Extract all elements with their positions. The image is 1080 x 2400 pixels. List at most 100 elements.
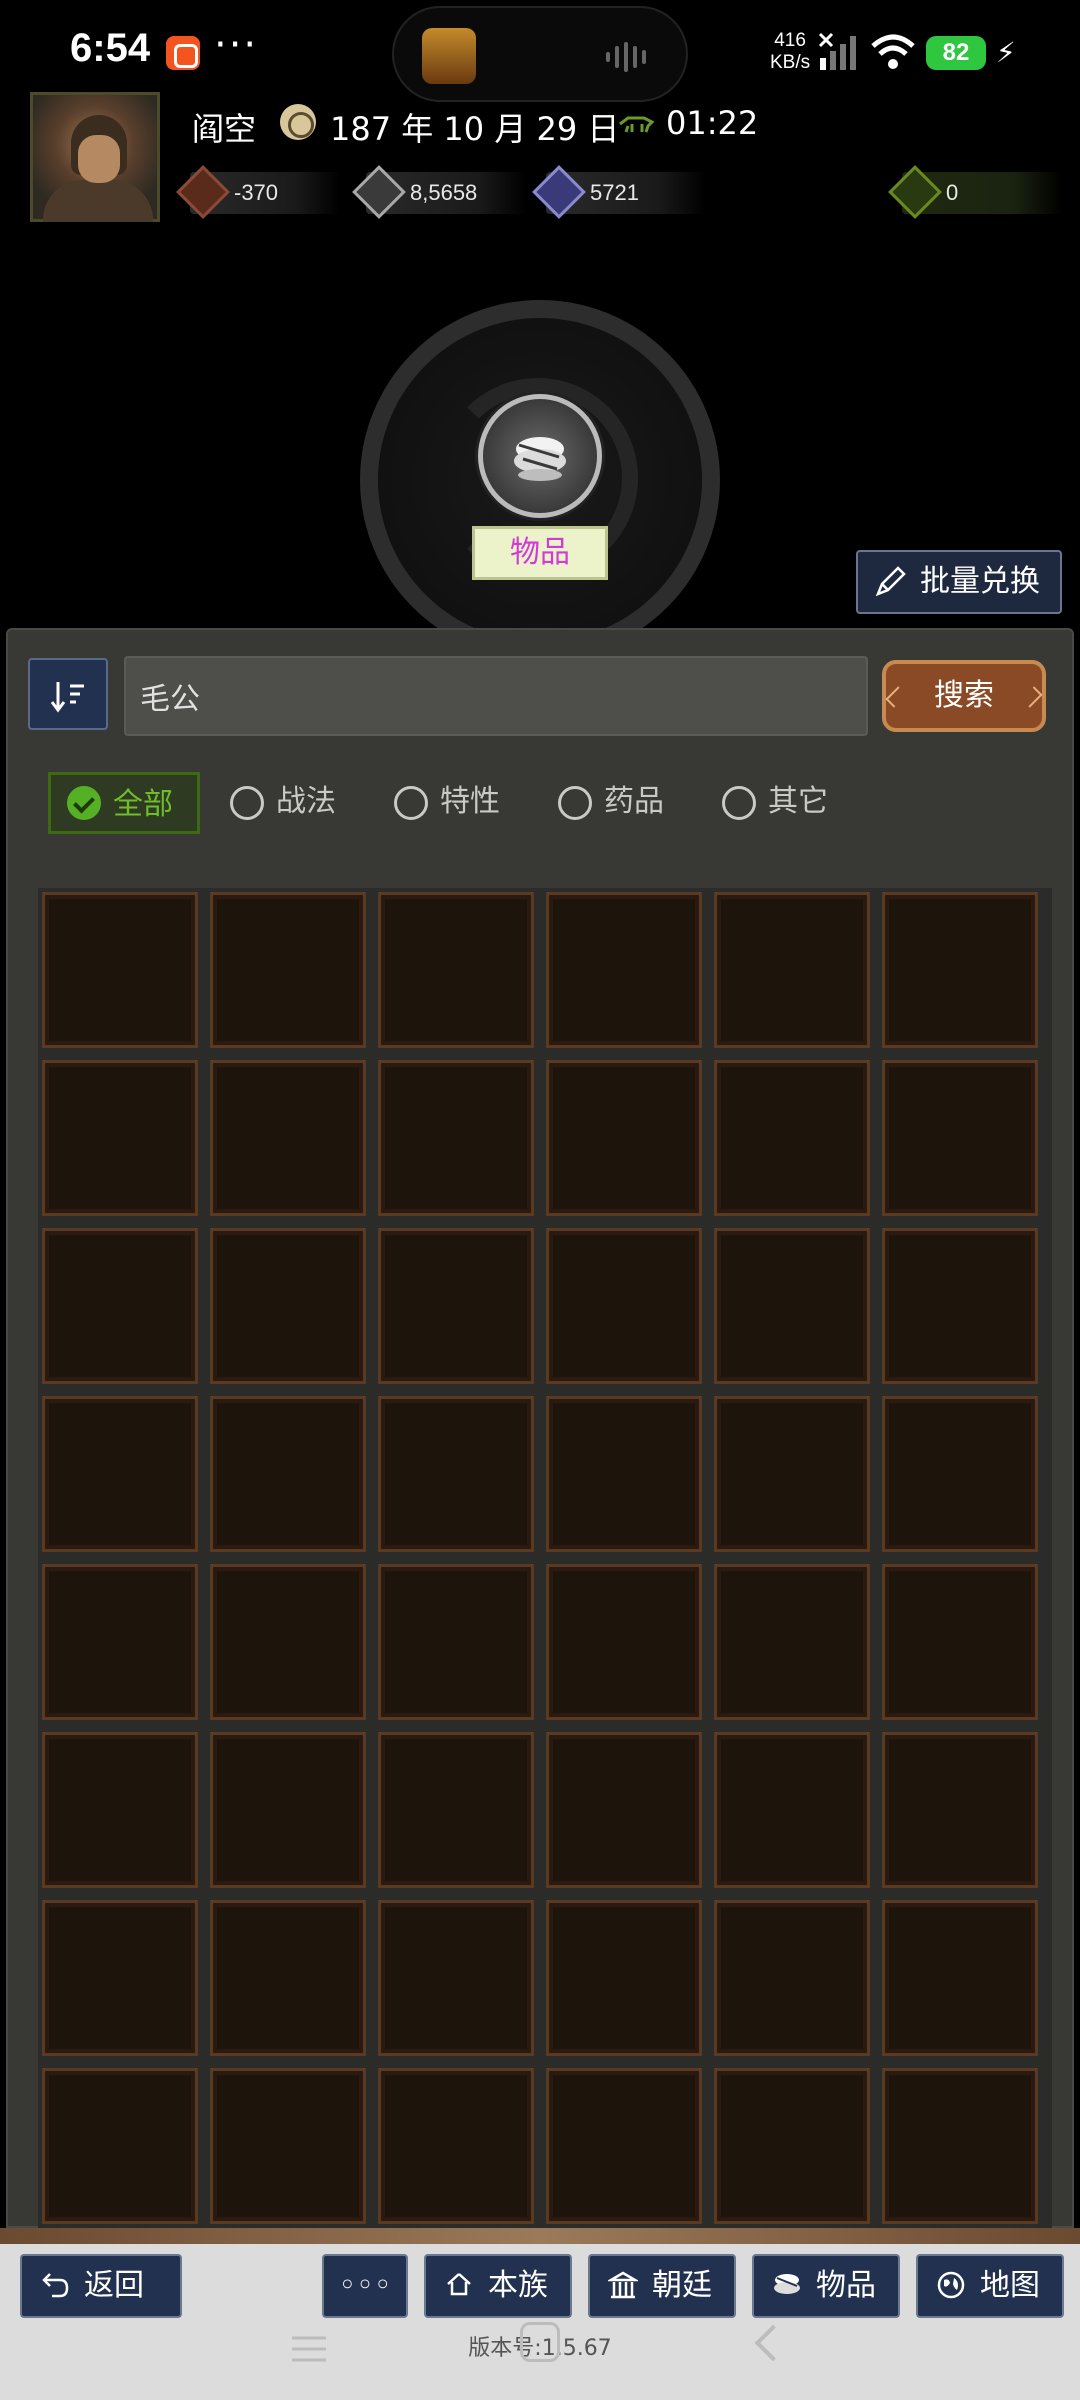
item-slot[interactable] xyxy=(378,1228,534,1384)
item-slot[interactable] xyxy=(882,1900,1038,2056)
item-slot[interactable] xyxy=(378,1060,534,1216)
network-speed-unit: KB/s xyxy=(770,52,811,73)
item-slot[interactable] xyxy=(546,1564,702,1720)
items-icon xyxy=(514,437,566,481)
player-name: 阎空 xyxy=(192,110,257,148)
money-icon xyxy=(176,165,230,219)
troops-icon xyxy=(532,165,586,219)
map-button[interactable]: 地图 xyxy=(916,2254,1064,2318)
item-slot[interactable] xyxy=(714,1396,870,1552)
item-slot[interactable] xyxy=(42,1900,198,2056)
filter-all[interactable]: 全部 xyxy=(48,772,200,834)
player-avatar[interactable] xyxy=(30,92,160,222)
item-slot[interactable] xyxy=(210,1732,366,1888)
item-slot[interactable] xyxy=(546,1732,702,1888)
back-label: 返回 xyxy=(84,2268,144,2303)
item-slot[interactable] xyxy=(42,892,198,1048)
item-slot[interactable] xyxy=(210,1564,366,1720)
gold-icon xyxy=(888,165,942,219)
item-slot[interactable] xyxy=(546,1228,702,1384)
calendar-icon xyxy=(280,104,316,140)
item-slot[interactable] xyxy=(546,1900,702,2056)
item-slot[interactable] xyxy=(714,1060,870,1216)
horse-icon xyxy=(619,116,654,133)
item-slot[interactable] xyxy=(42,2068,198,2224)
palace-icon xyxy=(608,2271,638,2299)
sort-icon xyxy=(50,682,84,713)
item-slot[interactable] xyxy=(714,2068,870,2224)
item-slot[interactable] xyxy=(546,1396,702,1552)
item-slot[interactable] xyxy=(378,1732,534,1888)
back-button[interactable]: 返回 xyxy=(20,2254,182,2318)
item-slot[interactable] xyxy=(210,1228,366,1384)
item-slot[interactable] xyxy=(546,892,702,1048)
search-input[interactable] xyxy=(124,656,868,736)
item-slot[interactable] xyxy=(714,1732,870,1888)
sort-button[interactable] xyxy=(28,658,108,730)
game-app-icon xyxy=(422,28,476,84)
item-slot[interactable] xyxy=(882,1732,1038,1888)
item-slot[interactable] xyxy=(42,1396,198,1552)
more-button[interactable]: ◦◦◦ xyxy=(322,2254,408,2318)
item-slot[interactable] xyxy=(882,1564,1038,1720)
filter-label: 全部 xyxy=(113,787,173,822)
item-slot[interactable] xyxy=(882,2068,1038,2224)
clan-icon xyxy=(447,2273,471,2296)
money-resource[interactable]: -370 xyxy=(176,165,340,219)
network-speed-value: 416 xyxy=(774,30,806,51)
charging-icon: ⚡ xyxy=(996,36,1016,69)
item-slot[interactable] xyxy=(42,1060,198,1216)
item-slot[interactable] xyxy=(714,1900,870,2056)
item-slot[interactable] xyxy=(714,892,870,1048)
filter-label: 药品 xyxy=(604,784,664,819)
item-slot[interactable] xyxy=(546,1060,702,1216)
item-slot[interactable] xyxy=(882,892,1038,1048)
troops-value: 5721 xyxy=(590,180,639,205)
item-slot[interactable] xyxy=(378,1564,534,1720)
filter-label: 特性 xyxy=(440,784,500,819)
item-slot[interactable] xyxy=(882,1228,1038,1384)
item-slot[interactable] xyxy=(210,1396,366,1552)
items-category-button[interactable] xyxy=(478,394,602,518)
map-globe-icon xyxy=(937,2271,965,2299)
footer-divider xyxy=(0,2228,1080,2244)
system-menu-icon[interactable] xyxy=(290,2334,328,2364)
items-button[interactable]: 物品 xyxy=(752,2254,900,2318)
item-slot[interactable] xyxy=(210,1060,366,1216)
batch-exchange-label: 批量兑换 xyxy=(920,564,1040,599)
item-slot[interactable] xyxy=(378,892,534,1048)
radio-icon xyxy=(230,786,264,820)
radio-icon xyxy=(722,786,756,820)
audio-wave-icon xyxy=(606,42,656,72)
item-slot[interactable] xyxy=(42,1564,198,1720)
item-slot[interactable] xyxy=(210,2068,366,2224)
court-button[interactable]: 朝廷 xyxy=(588,2254,736,2318)
item-slot[interactable] xyxy=(378,1396,534,1552)
more-notifications-icon: ··· xyxy=(214,22,259,68)
system-home-icon[interactable] xyxy=(520,2322,560,2362)
gold-resource[interactable]: 0 xyxy=(888,165,1062,219)
item-slot[interactable] xyxy=(714,1228,870,1384)
batch-exchange-button[interactable]: 批量兑换 xyxy=(856,550,1062,614)
food-resource[interactable]: 8,5658 xyxy=(352,165,526,219)
item-slot[interactable] xyxy=(210,892,366,1048)
item-slot[interactable] xyxy=(546,2068,702,2224)
item-slot[interactable] xyxy=(210,1900,366,2056)
clan-button[interactable]: 本族 xyxy=(424,2254,572,2318)
status-bar: 6:54 ··· 416 KB/s 82 ⚡ xyxy=(0,0,1080,102)
food-value: 8,5658 xyxy=(410,180,478,205)
troops-resource[interactable]: 5721 xyxy=(532,165,706,219)
item-slot[interactable] xyxy=(42,1732,198,1888)
filter-label: 战法 xyxy=(276,784,336,819)
item-slot[interactable] xyxy=(882,1060,1038,1216)
item-slot[interactable] xyxy=(42,1228,198,1384)
clan-label: 本族 xyxy=(488,2268,548,2303)
item-slot[interactable] xyxy=(882,1396,1038,1552)
game-clock: 01:22 xyxy=(666,104,759,142)
item-slot[interactable] xyxy=(714,1564,870,1720)
network-speed: 416 KB/s xyxy=(770,30,810,74)
dynamic-island[interactable] xyxy=(392,6,688,102)
item-slot[interactable] xyxy=(378,2068,534,2224)
search-button[interactable]: 搜索 xyxy=(882,660,1046,732)
item-slot[interactable] xyxy=(378,1900,534,2056)
